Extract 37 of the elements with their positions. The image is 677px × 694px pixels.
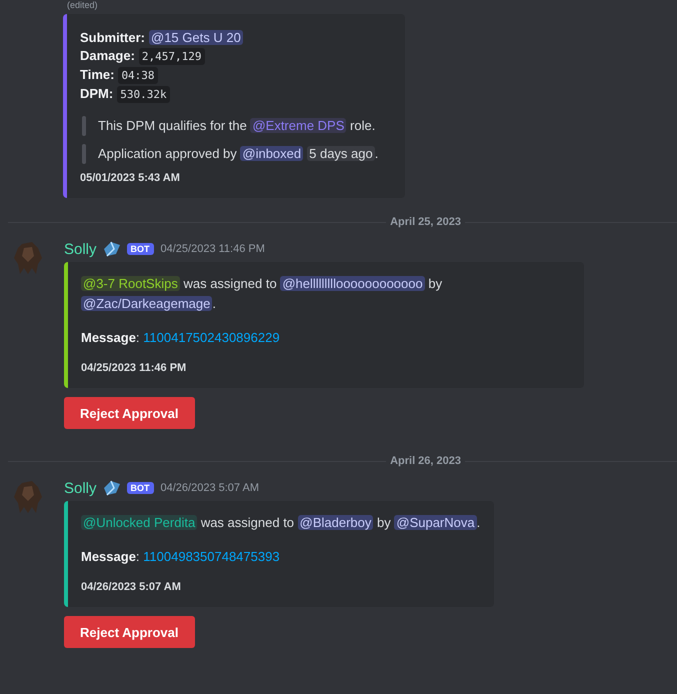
field-line: Damage: 2,457,129 bbox=[80, 47, 205, 66]
user-mention[interactable]: @Bladerboy bbox=[298, 515, 374, 530]
embed-text: @3-7 RootSkips was assigned to @hellllllllloooooooooooo by @Zac/Darkeagemage. bbox=[81, 275, 444, 313]
author-name[interactable]: Solly bbox=[64, 480, 97, 496]
timestamp: 04/25/2023 11:46 PM bbox=[160, 243, 265, 255]
embed-footer: 04/26/2023 5:07 AM bbox=[81, 581, 480, 593]
embed-text: Message: 1100498350748475393 bbox=[81, 548, 281, 566]
message-link[interactable]: 1100498350748475393 bbox=[143, 549, 280, 564]
embed-footer: 04/25/2023 11:46 PM bbox=[81, 362, 570, 374]
embed-footer: 05/01/2023 5:43 AM bbox=[80, 172, 391, 184]
edited-label: (edited) bbox=[67, 0, 98, 10]
crystal-icon bbox=[102, 240, 122, 258]
timestamp: 04/26/2023 5:07 AM bbox=[160, 482, 259, 494]
reject-button[interactable]: Reject Approval bbox=[64, 616, 194, 648]
message-link[interactable]: 1100417502430896229 bbox=[143, 330, 280, 345]
date-divider: April 25, 2023 bbox=[390, 216, 461, 228]
user-mention[interactable]: @Zac/Darkeagemage bbox=[81, 296, 212, 311]
author-name[interactable]: Solly bbox=[64, 240, 97, 258]
user-mention[interactable]: @SuparNova bbox=[394, 515, 477, 530]
crystal-icon bbox=[102, 479, 122, 497]
embed-text: @Unlocked Perdita was assigned to @Bladerboy by @SuparNova. bbox=[81, 514, 480, 532]
user-mention[interactable]: @inboxed bbox=[240, 146, 304, 161]
role-mention[interactable]: @Unlocked Perdita bbox=[81, 515, 198, 530]
quote-text: This DPM qualifies for the @Extreme DPS role. bbox=[98, 117, 376, 135]
role-mention[interactable]: @3-7 RootSkips bbox=[81, 276, 180, 291]
bot-badge: BOT bbox=[126, 243, 154, 255]
role-mention[interactable]: @Extreme DPS bbox=[250, 118, 346, 133]
field-line: DPM: 530.32k bbox=[80, 85, 170, 104]
user-mention[interactable]: @15 Gets U 20 bbox=[149, 30, 243, 45]
reject-button[interactable]: Reject Approval bbox=[64, 397, 194, 429]
user-mention[interactable]: @hellllllllloooooooooooo bbox=[280, 276, 425, 291]
field-line: Time: 04:38 bbox=[80, 66, 158, 85]
embed-text: Message: 1100417502430896229 bbox=[81, 329, 281, 347]
date-divider: April 26, 2023 bbox=[390, 455, 461, 467]
bot-badge: BOT bbox=[126, 482, 154, 494]
quote-text: Application approved by @inboxed 5 days ago. bbox=[98, 145, 378, 163]
field-line: Submitter: @15 Gets U 20 bbox=[80, 29, 243, 47]
